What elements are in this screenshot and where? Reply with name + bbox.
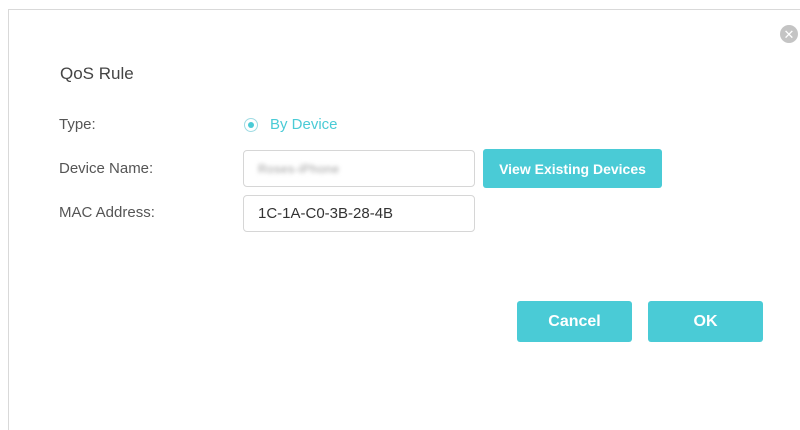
cancel-button[interactable]: Cancel [517,301,632,342]
by-device-radio-option[interactable]: By Device [244,116,338,133]
mac-address-label: MAC Address: [59,204,155,221]
mac-address-value: 1C-1A-C0-3B-28-4B [258,205,394,222]
device-name-value: Roses-iPhone [258,161,340,176]
close-icon[interactable]: ✕ [780,25,798,43]
radio-button[interactable] [244,117,258,132]
mac-address-input[interactable]: 1C-1A-C0-3B-28-4B [243,195,475,232]
by-device-label: By Device [270,116,338,133]
ok-button[interactable]: OK [648,301,763,342]
radio-selected-dot [248,121,254,128]
device-name-label: Device Name: [59,160,154,177]
dialog-title: QoS Rule [60,64,134,83]
view-existing-devices-button[interactable]: View Existing Devices [483,149,662,188]
device-name-input[interactable]: Roses-iPhone [243,150,475,187]
type-label: Type: [59,116,96,133]
